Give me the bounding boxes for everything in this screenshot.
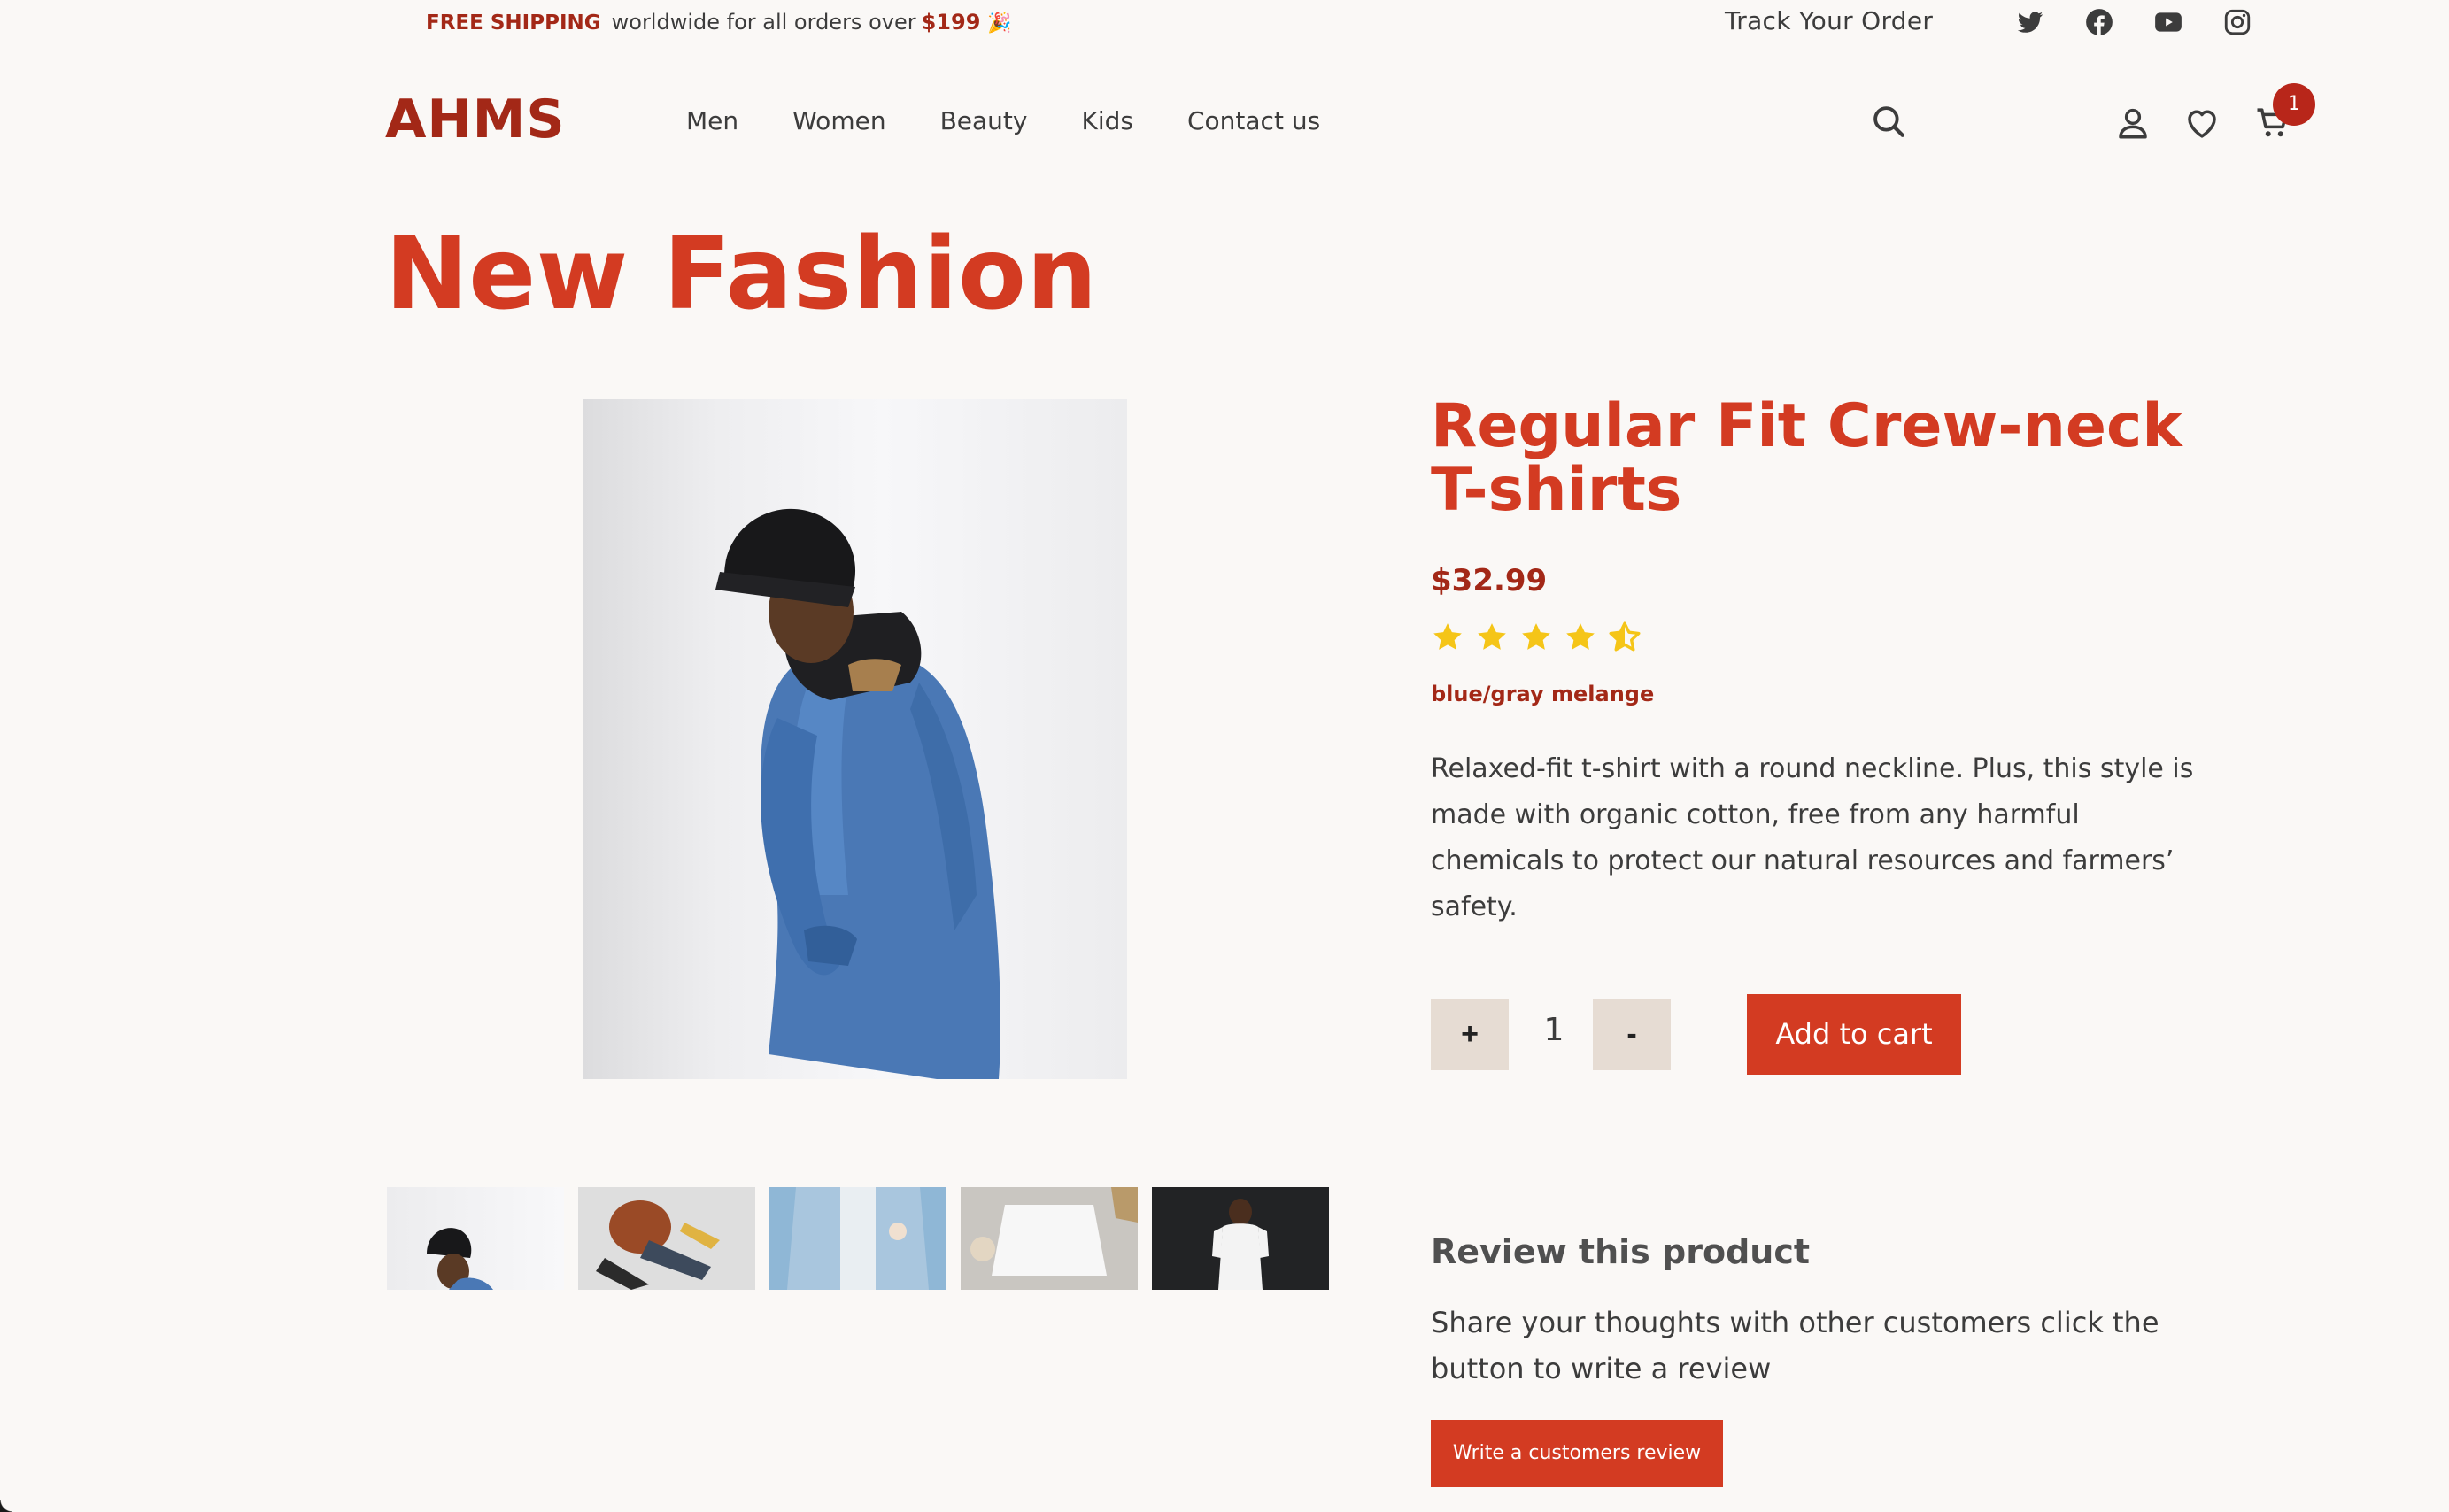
- product-variant: blue/gray melange: [1431, 682, 1655, 706]
- product-price: $32.99: [1431, 563, 1548, 598]
- thumbnail-strip: [387, 1187, 1329, 1290]
- twitter-icon[interactable]: [2015, 7, 2045, 37]
- party-icon: 🎉: [987, 12, 1012, 35]
- star-icon: [1522, 623, 1550, 650]
- promo-text: worldwide for all orders over: [611, 10, 916, 35]
- review-text: Share your thoughts with other customers…: [1431, 1306, 2159, 1385]
- track-order-link[interactable]: Track Your Order: [1725, 6, 1933, 35]
- thumbnail-3[interactable]: [769, 1187, 946, 1290]
- heart-icon[interactable]: [2183, 104, 2221, 142]
- window-corner: [0, 1500, 12, 1512]
- nav-kids[interactable]: Kids: [1081, 106, 1133, 135]
- rating-stars: [1430, 620, 1642, 655]
- page-title: New Fashion: [385, 217, 1098, 332]
- instagram-icon[interactable]: [2222, 7, 2252, 37]
- product-photo-illustration: [715, 508, 1000, 1079]
- youtube-icon[interactable]: [2153, 7, 2183, 37]
- star-half-icon: [1609, 621, 1641, 652]
- facebook-icon[interactable]: [2084, 7, 2114, 37]
- quantity-minus-button[interactable]: -: [1593, 999, 1671, 1070]
- cart-count-badge: 1: [2273, 83, 2315, 126]
- nav-women[interactable]: Women: [792, 106, 885, 135]
- product-title: Regular Fit Crew-neck T-shirts: [1431, 391, 2182, 525]
- nav-men[interactable]: Men: [686, 106, 738, 135]
- product-main-image: [583, 399, 1127, 1079]
- quantity-value[interactable]: 1: [1536, 1012, 1572, 1048]
- logo[interactable]: AHMS: [385, 89, 566, 150]
- search-icon[interactable]: [1870, 103, 1907, 140]
- user-icon[interactable]: [2114, 104, 2152, 142]
- nav-contact[interactable]: Contact us: [1187, 106, 1320, 135]
- star-icon: [1433, 623, 1462, 650]
- nav-beauty[interactable]: Beauty: [940, 106, 1028, 135]
- main-nav: Men Women Beauty Kids Contact us: [686, 106, 1374, 135]
- thumbnail-5[interactable]: [1152, 1187, 1329, 1290]
- quantity-plus-button[interactable]: +: [1431, 999, 1509, 1070]
- product-description: Relaxed-fit t-shirt with a round necklin…: [1431, 753, 2194, 922]
- thumbnail-4[interactable]: [961, 1187, 1138, 1290]
- promo-amount: $199: [921, 10, 981, 35]
- star-icon: [1566, 623, 1595, 650]
- thumbnail-1[interactable]: [387, 1187, 564, 1290]
- thumbnail-2[interactable]: [578, 1187, 755, 1290]
- promo-banner: FREE SHIPPING worldwide for all orders ov…: [426, 9, 1012, 37]
- star-icon: [1478, 623, 1506, 650]
- promo-strong: FREE SHIPPING: [426, 12, 601, 35]
- write-review-button[interactable]: Write a customers review: [1431, 1420, 1723, 1487]
- review-title: Review this product: [1431, 1232, 1811, 1271]
- add-to-cart-button[interactable]: Add to cart: [1747, 994, 1961, 1075]
